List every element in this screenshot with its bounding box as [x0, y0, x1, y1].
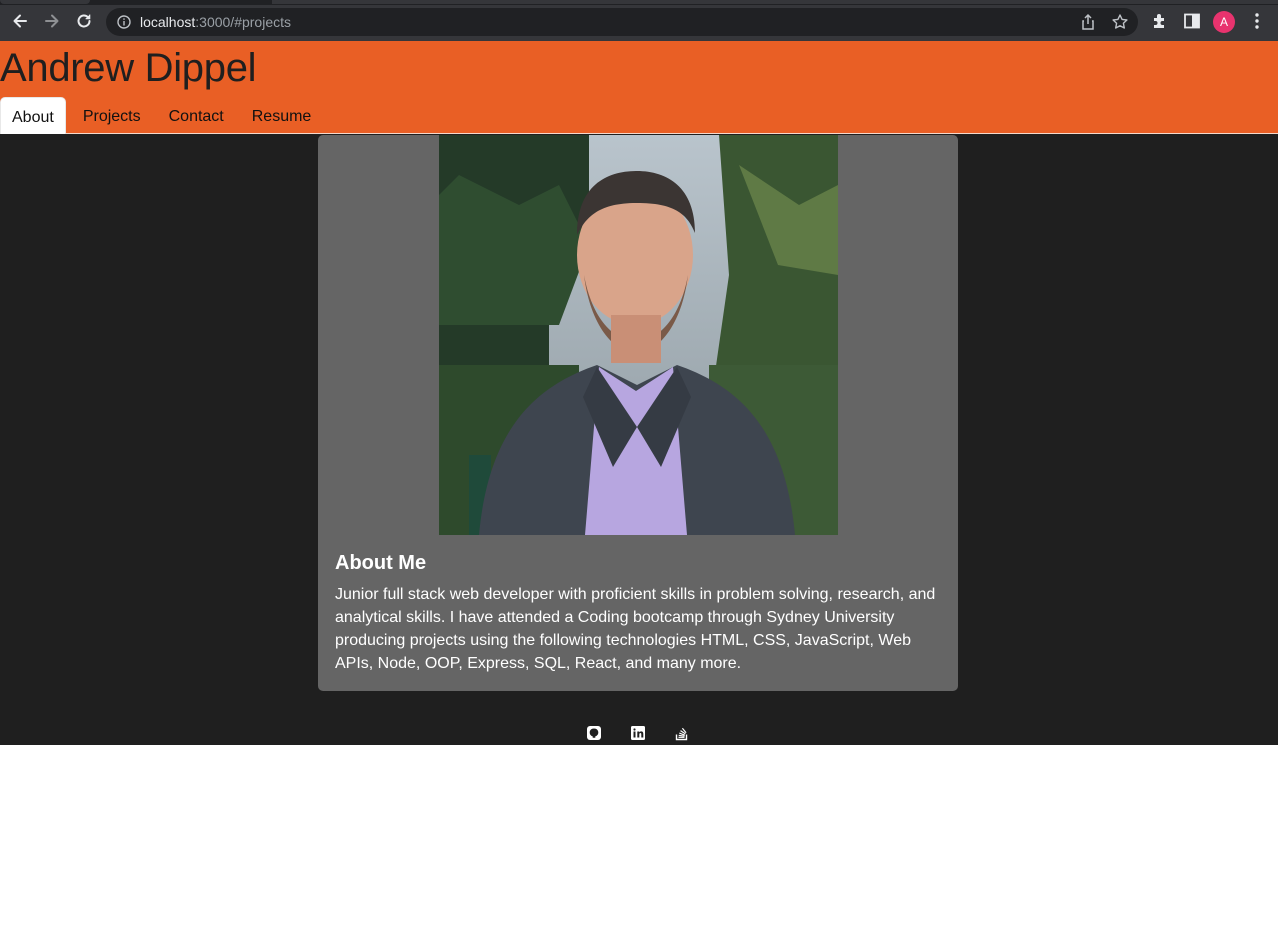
about-body: Junior full stack web developer with pro…	[335, 586, 936, 672]
github-icon	[587, 726, 601, 740]
extensions-icon[interactable]	[1150, 11, 1170, 31]
profile-avatar[interactable]: A	[1213, 11, 1235, 33]
linkedin-link[interactable]	[630, 725, 646, 741]
reload-icon	[77, 14, 91, 28]
stackoverflow-icon	[675, 727, 688, 741]
page: Andrew Dippel About Projects Contact Res…	[0, 41, 1278, 937]
nav-tab-resume[interactable]: Resume	[241, 97, 323, 134]
url-host: localhost	[140, 14, 196, 30]
back-arrow-icon	[13, 14, 27, 28]
profile-photo	[439, 135, 838, 535]
info-icon[interactable]	[116, 14, 132, 30]
nav-tab-contact[interactable]: Contact	[158, 97, 235, 134]
linkedin-icon	[631, 726, 645, 740]
address-bar[interactable]: localhost:3000/#projects	[106, 8, 1138, 36]
forward-button[interactable]	[41, 10, 63, 32]
site-title: Andrew Dippel	[0, 46, 257, 90]
more-menu-icon[interactable]	[1247, 11, 1267, 31]
active-tab-edge[interactable]	[0, 0, 90, 4]
star-icon[interactable]	[1111, 13, 1129, 31]
about-card: About Me Junior full stack web developer…	[318, 135, 958, 691]
forward-arrow-icon	[45, 14, 59, 28]
github-link[interactable]	[586, 725, 602, 741]
side-panel-icon[interactable]	[1182, 11, 1202, 31]
social-links	[586, 725, 690, 741]
site-header: Andrew Dippel About Projects Contact Res…	[0, 41, 1278, 134]
nav-tab-projects[interactable]: Projects	[72, 97, 152, 134]
url-text[interactable]: localhost:3000/#projects	[140, 14, 291, 30]
main-nav: About Projects Contact Resume	[0, 97, 322, 134]
share-icon[interactable]	[1079, 13, 1097, 31]
about-heading: About Me	[335, 552, 427, 574]
back-button[interactable]	[9, 10, 31, 32]
reload-button[interactable]	[73, 10, 95, 32]
browser-toolbar: localhost:3000/#projects A	[0, 0, 1278, 41]
stackoverflow-link[interactable]	[674, 725, 690, 741]
profile-photo-image	[439, 135, 838, 535]
tab-strip-edge	[272, 0, 1278, 4]
url-path: :3000/#projects	[195, 14, 291, 30]
nav-tab-about[interactable]: About	[0, 97, 66, 134]
